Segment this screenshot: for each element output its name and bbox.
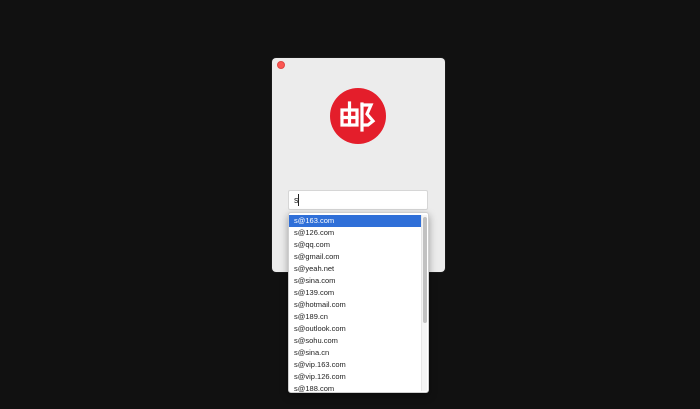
suggestion-item[interactable]: s@188.com (289, 383, 421, 392)
suggestion-item[interactable]: s@189.cn (289, 311, 421, 323)
suggestion-item[interactable]: s@yeah.net (289, 263, 421, 275)
suggestion-item[interactable]: s@vip.126.com (289, 371, 421, 383)
dropdown-scrollbar[interactable] (421, 215, 427, 391)
suggestion-item[interactable]: s@qq.com (289, 239, 421, 251)
scrollbar-thumb[interactable] (423, 217, 427, 323)
suggestion-item[interactable]: s@sina.cn (289, 347, 421, 359)
text-caret (298, 194, 299, 206)
suggestion-item[interactable]: s@outlook.com (289, 323, 421, 335)
suggestion-item[interactable]: s@163.com (289, 215, 421, 227)
email-input[interactable] (288, 190, 428, 210)
suggestion-list: s@163.com s@126.com s@qq.com s@gmail.com… (289, 215, 421, 392)
suggestion-item[interactable]: s@hotmail.com (289, 299, 421, 311)
suggestion-item[interactable]: s@sohu.com (289, 335, 421, 347)
suggestion-item[interactable]: s@sina.com (289, 275, 421, 287)
suggestion-item[interactable]: s@gmail.com (289, 251, 421, 263)
suggestion-item[interactable]: s@139.com (289, 287, 421, 299)
email-suggestion-dropdown[interactable]: s@163.com s@126.com s@qq.com s@gmail.com… (288, 212, 429, 393)
close-window-button[interactable] (277, 61, 285, 69)
suggestion-item[interactable]: s@126.com (289, 227, 421, 239)
mail-logo-icon (330, 88, 386, 144)
suggestion-item[interactable]: s@vip.163.com (289, 359, 421, 371)
